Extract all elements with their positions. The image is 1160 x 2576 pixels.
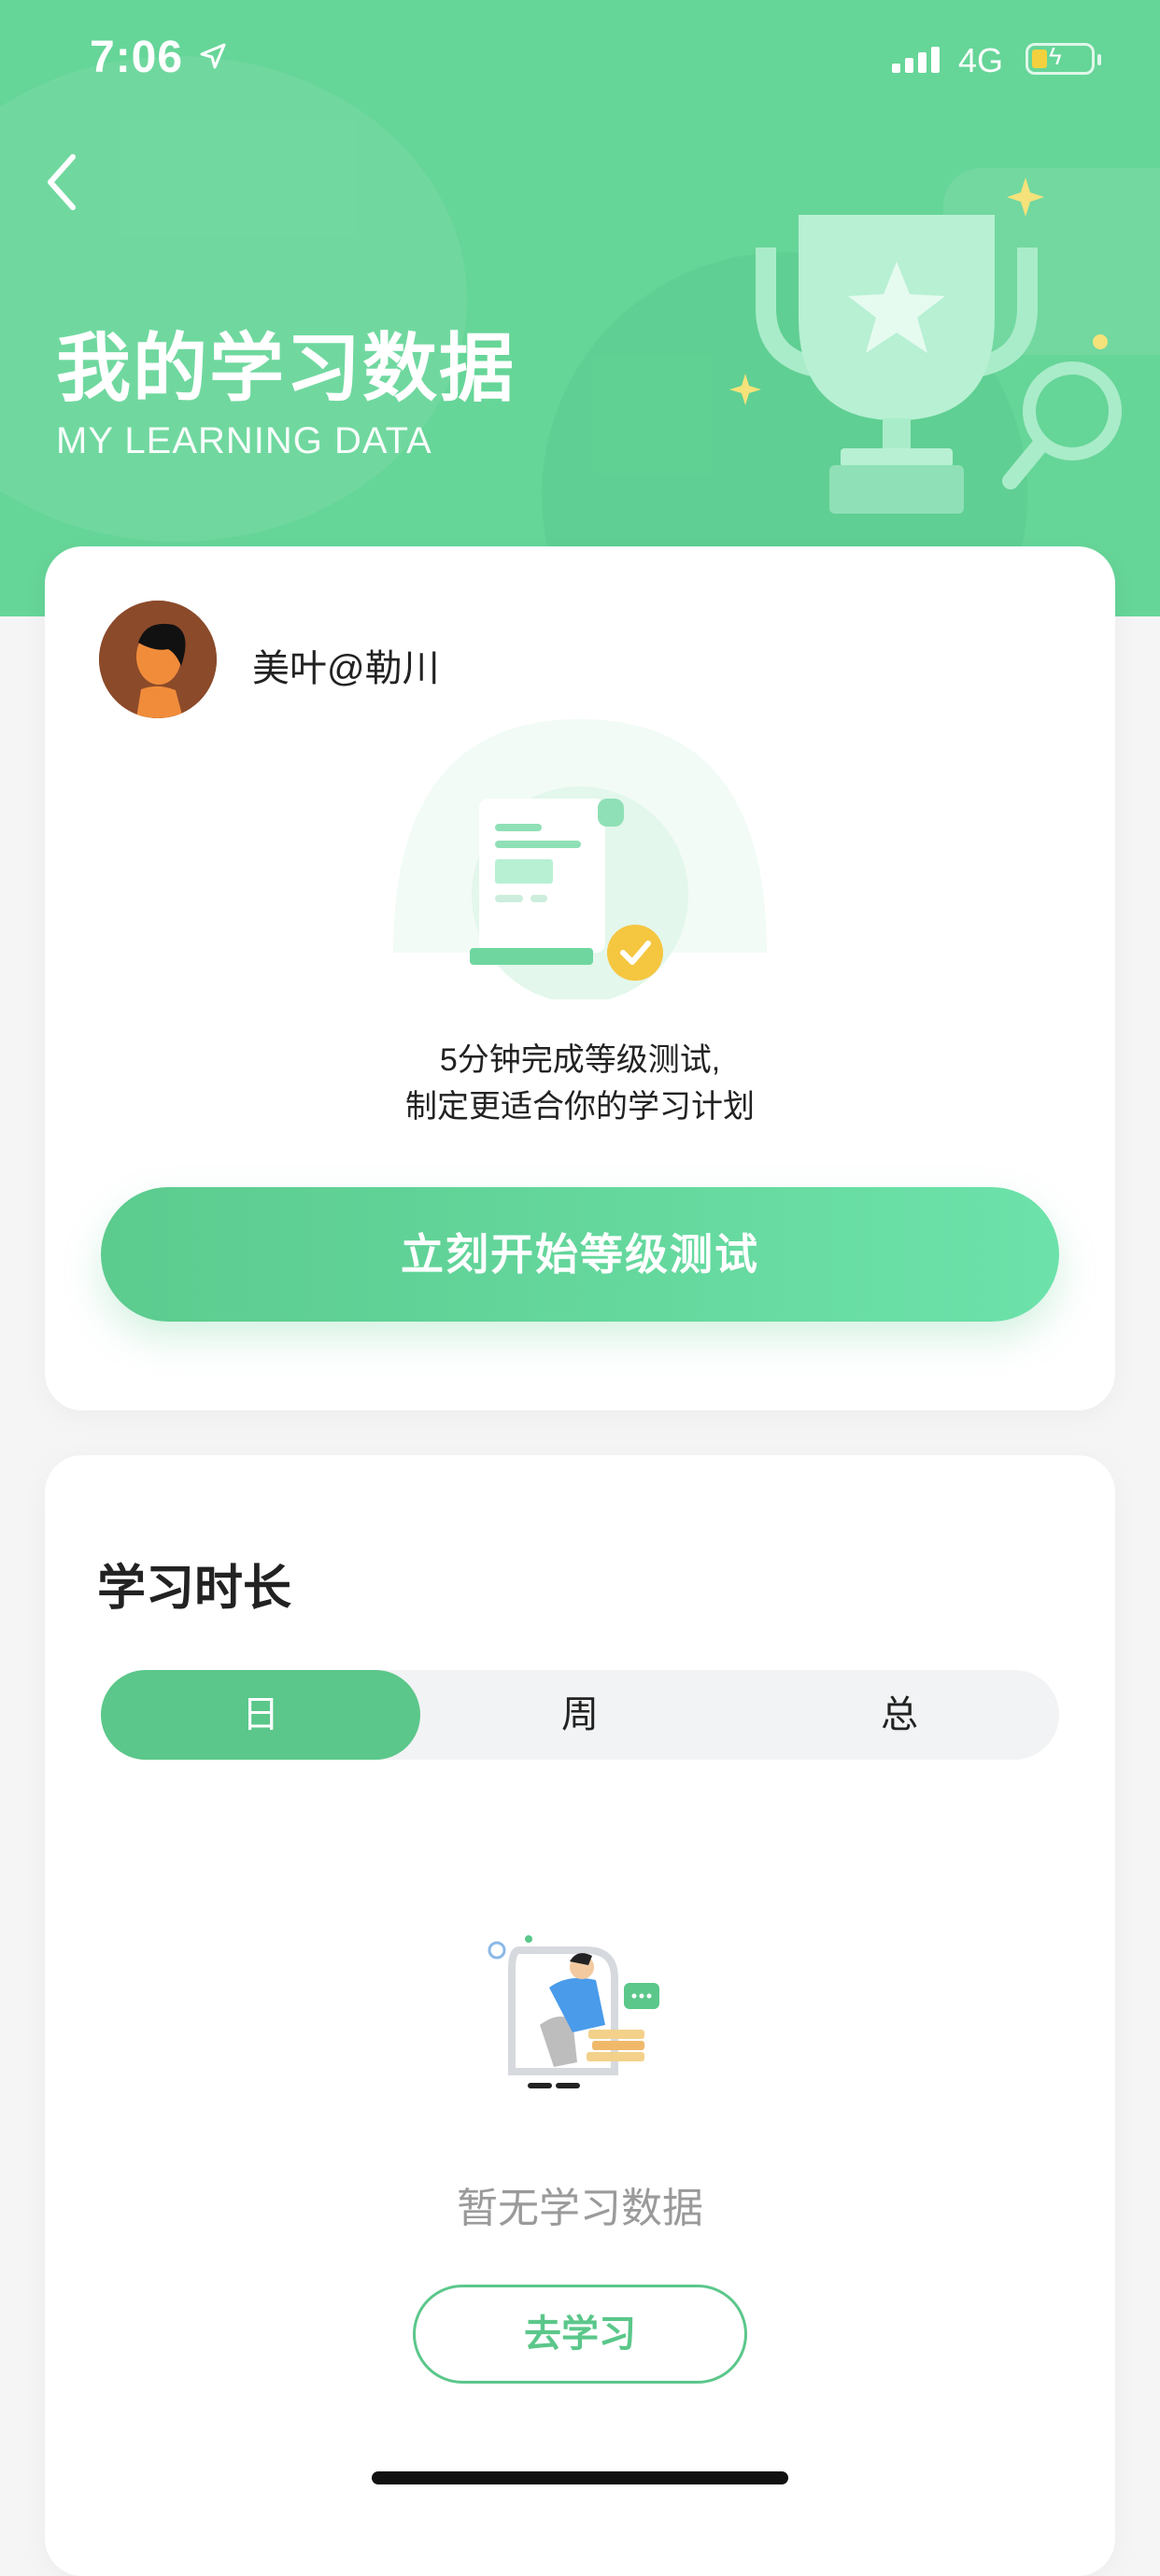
home-indicator xyxy=(372,2471,788,2484)
username: 美叶@勒川 xyxy=(252,648,440,689)
section-title: 学习时长 xyxy=(97,1562,292,1616)
decor-blob xyxy=(0,56,467,542)
header-banner: 7:06 4G ϟ 我的学习数据 MY LEARNING DATA xyxy=(0,0,1160,616)
document-check-icon xyxy=(393,719,767,999)
location-arrow-icon xyxy=(200,43,226,69)
battery-icon: ϟ xyxy=(1026,42,1101,75)
avatar[interactable] xyxy=(99,601,217,718)
empty-state-text: 暂无学习数据 xyxy=(457,2186,703,2231)
level-test-card: 美叶@勒川 5分钟完成等级测试, 制定更适合你的学习计划 立刻开始等级测试 xyxy=(45,546,1115,1410)
study-time-card: 学习时长 日 周 总 暂无学习数据 去学习 xyxy=(45,1455,1115,2576)
tab-total[interactable]: 总 xyxy=(740,1670,1059,1760)
tip-line: 制定更适合你的学习计划 xyxy=(405,1089,755,1125)
back-chevron-icon[interactable] xyxy=(37,149,90,215)
level-test-tip: 5分钟完成等级测试, 制定更适合你的学习计划 xyxy=(45,1037,1115,1130)
signal-icon xyxy=(892,47,940,73)
tip-line: 5分钟完成等级测试, xyxy=(439,1042,721,1078)
page-subtitle: MY LEARNING DATA xyxy=(56,420,432,461)
tab-week[interactable]: 周 xyxy=(420,1670,740,1760)
page-title: 我的学习数据 xyxy=(56,327,516,410)
empty-study-illustration xyxy=(488,1935,659,2088)
magnifier-icon xyxy=(1002,361,1122,489)
network-type: 4G xyxy=(958,41,1004,79)
tab-day[interactable]: 日 xyxy=(101,1670,420,1760)
status-time: 7:06 xyxy=(90,33,184,82)
period-segmented-control: 日 周 总 xyxy=(101,1670,1059,1760)
go-study-button[interactable]: 去学习 xyxy=(413,2285,747,2384)
start-level-test-button[interactable]: 立刻开始等级测试 xyxy=(101,1187,1059,1322)
